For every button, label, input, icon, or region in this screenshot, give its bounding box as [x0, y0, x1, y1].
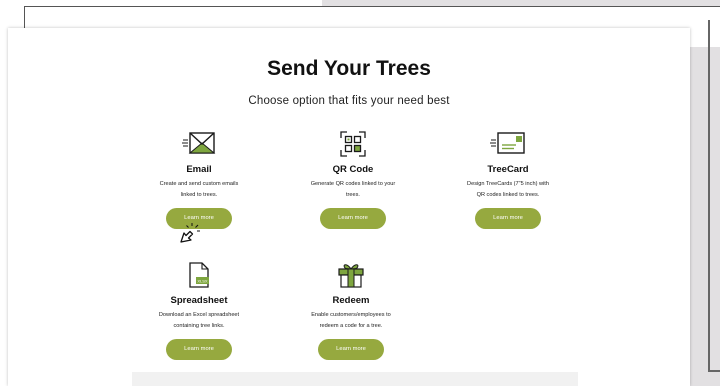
- option-qr-code-title: QR Code: [332, 164, 374, 175]
- qr-code-icon: [339, 130, 367, 163]
- option-redeem-desc-line2: redeem a code for a tree.: [319, 323, 383, 329]
- option-spreadsheet-title: Spreadsheet: [170, 295, 228, 306]
- spreadsheet-icon: XLSX: [187, 261, 211, 294]
- option-email-description: Create and send custom emails linked to …: [124, 179, 274, 201]
- send-trees-dialog: Send Your Trees Choose option that fits …: [8, 28, 690, 386]
- option-treecard-desc-line2: QR codes linked to trees.: [476, 192, 540, 198]
- treecard-icon: [490, 130, 526, 161]
- option-qr-desc-line2: trees.: [346, 192, 360, 198]
- option-spreadsheet-description: Download an Excel spreadsheet containing…: [124, 310, 274, 332]
- gift-icon: [336, 261, 366, 294]
- option-qr-code-description: Generate QR codes linked to your trees.: [278, 179, 428, 201]
- window-edge: [708, 20, 710, 372]
- option-email-desc-line1: Create and send custom emails: [159, 181, 239, 187]
- option-spreadsheet-desc-line2: containing tree links.: [173, 323, 225, 329]
- qr-code-learn-more-button[interactable]: Learn more: [320, 208, 386, 229]
- option-treecard-title: TreeCard: [487, 164, 529, 175]
- svg-text:XLSX: XLSX: [197, 279, 208, 284]
- option-email-title: Email: [186, 164, 212, 175]
- option-spreadsheet: XLSX Spreadsheet Download an Excel sprea…: [124, 261, 274, 365]
- option-redeem-desc-line1: Enable customers/employees to: [311, 312, 391, 318]
- redeem-learn-more-button[interactable]: Learn more: [318, 339, 384, 360]
- page-title: Send Your Trees: [267, 57, 431, 80]
- option-spreadsheet-desc-line1: Download an Excel spreadsheet: [158, 312, 240, 318]
- option-email: Email Create and send custom emails link…: [124, 130, 274, 232]
- option-qr-code: QR Code Generate QR codes linked to your…: [278, 130, 428, 232]
- option-qr-desc-line1: Generate QR codes linked to your: [310, 181, 396, 187]
- option-treecard-desc-line1: Design TreeCards (7"5 inch) with: [467, 181, 549, 187]
- option-redeem-title: Redeem: [332, 295, 370, 306]
- option-redeem: Redeem Enable customers/employees to red…: [276, 261, 426, 365]
- window-edge-bottom: [708, 370, 720, 372]
- pointer-cursor-icon: [178, 222, 202, 251]
- option-treecard: TreeCard Design TreeCards (7"5 inch) wit…: [433, 130, 583, 232]
- envelope-icon: [182, 130, 216, 161]
- page-footer-strip: [132, 372, 578, 386]
- page-subtitle: Choose option that fits your need best: [248, 95, 450, 107]
- option-email-desc-line2: linked to trees.: [180, 192, 218, 198]
- treecard-learn-more-button[interactable]: Learn more: [475, 208, 541, 229]
- option-treecard-description: Design TreeCards (7"5 inch) with QR code…: [433, 179, 583, 201]
- option-redeem-description: Enable customers/employees to redeem a c…: [276, 310, 426, 332]
- spreadsheet-learn-more-button[interactable]: Learn more: [166, 339, 232, 360]
